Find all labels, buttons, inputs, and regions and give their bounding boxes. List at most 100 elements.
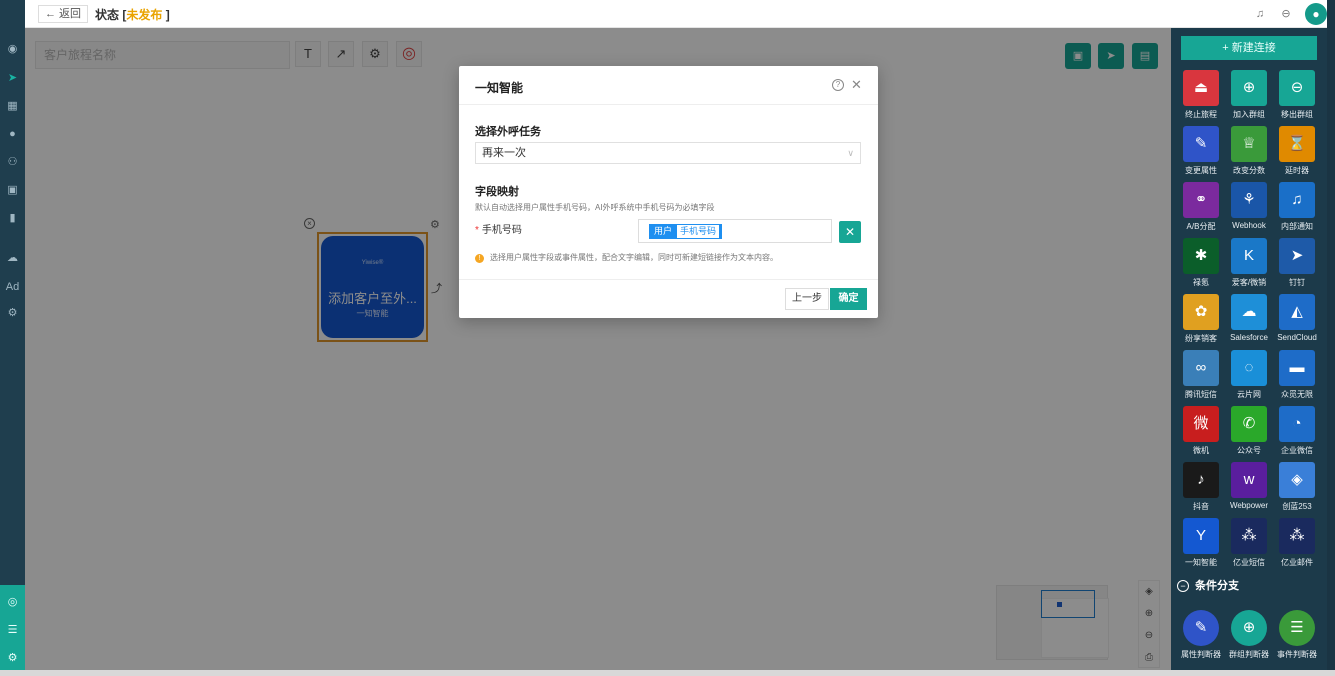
component-icon: ⁂ (1279, 518, 1315, 554)
component-icon: ☁ (1231, 294, 1267, 330)
component-icon: ⊖ (1279, 70, 1315, 106)
condition-item[interactable]: ✎ 属性判断器 (1177, 610, 1225, 660)
settings-icon[interactable]: ⚙ (5, 306, 20, 321)
group-icon[interactable]: ⚇ (5, 155, 20, 170)
help-icon[interactable]: ◎ (5, 595, 20, 610)
component-item[interactable]: ⚘ Webhook (1225, 182, 1273, 238)
condition-item[interactable]: ⊕ 群组判断器 (1225, 610, 1273, 660)
task-label: 选择外呼任务 (475, 126, 541, 138)
component-item[interactable]: ◌ 云片网 (1225, 350, 1273, 406)
component-icon: ⚘ (1231, 182, 1267, 218)
ad-icon[interactable]: Ad (5, 280, 20, 295)
back-button[interactable]: ← 返回 (38, 5, 89, 23)
chevron-down-icon: ∨ (847, 148, 854, 158)
section-title-label: 条件分支 (1195, 580, 1239, 592)
component-icon: ✆ (1231, 406, 1267, 442)
component-icon: ◔ (1279, 406, 1315, 442)
component-item[interactable]: ➤ 钉钉 (1273, 238, 1321, 294)
component-item[interactable]: ⌛ 延时器 (1273, 126, 1321, 182)
component-panel: + 新建连接 ⏏ 终止旅程 ⊕ 加入群组 ⊖ 移出群组 ✎ 变更属性 ♕ 改变分数 ⌛ 延时器 ⚭ A/B… (1171, 28, 1327, 670)
warning-icon: ! (475, 254, 484, 263)
component-item[interactable]: ⊕ 加入群组 (1225, 70, 1273, 126)
component-icon: ♪ (1183, 462, 1219, 498)
component-icon: ⊕ (1231, 70, 1267, 106)
component-item[interactable]: ✎ 变更属性 (1177, 126, 1225, 182)
collapse-icon[interactable]: − (1177, 580, 1189, 592)
component-item[interactable]: ♫ 内部通知 (1273, 182, 1321, 238)
confirm-button[interactable]: 确定 (830, 288, 867, 310)
component-item[interactable]: ✱ 禄氪 (1177, 238, 1225, 294)
condition-item[interactable]: ☰ 事件判断器 (1273, 610, 1321, 660)
component-item[interactable]: ∞ 腾讯短信 (1177, 350, 1225, 406)
gear-icon[interactable]: ⚙ (5, 651, 20, 666)
component-icon: ▬ (1279, 350, 1315, 386)
component-label: 云片网 (1237, 390, 1261, 399)
more-icon[interactable]: ⊖ (1279, 7, 1293, 21)
top-icons: ♫ ⊖ ● (1253, 3, 1327, 25)
component-item[interactable]: ♪ 抖音 (1177, 462, 1225, 518)
component-item[interactable]: ☁ Salesforce (1225, 294, 1273, 350)
component-label: 禄氪 (1193, 278, 1209, 287)
task-select[interactable]: 再来一次 ∨ (475, 142, 861, 164)
component-icon: ✿ (1183, 294, 1219, 330)
component-item[interactable]: ◭ SendCloud (1273, 294, 1321, 350)
component-icon: ✱ (1183, 238, 1219, 274)
table-icon[interactable]: ▦ (5, 99, 20, 114)
phone-tag[interactable]: 用户 手机号码 (649, 224, 723, 239)
user-avatar[interactable]: ● (1305, 3, 1327, 25)
condition-label: 群组判断器 (1229, 650, 1269, 659)
component-item[interactable]: ⊖ 移出群组 (1273, 70, 1321, 126)
component-item[interactable]: ◈ 创蓝253 (1273, 462, 1321, 518)
component-label: Webhook (1232, 221, 1266, 230)
condition-icon: ✎ (1183, 610, 1219, 646)
component-icon: ◭ (1279, 294, 1315, 330)
component-item[interactable]: ◔ 企业微信 (1273, 406, 1321, 462)
help-icon[interactable]: ? (832, 79, 844, 91)
component-label: 终止旅程 (1185, 110, 1217, 119)
component-item[interactable]: w Webpower (1225, 462, 1273, 518)
component-item[interactable]: ✆ 公众号 (1225, 406, 1273, 462)
phone-field[interactable]: 用户 手机号码 (638, 219, 832, 243)
bookmark-icon[interactable]: ▣ (5, 183, 20, 198)
component-item[interactable]: ⁂ 亿业短信 (1225, 518, 1273, 574)
component-icon: ◈ (1279, 462, 1315, 498)
component-label: 公众号 (1237, 446, 1261, 455)
component-item[interactable]: K 爱客/微销 (1225, 238, 1273, 294)
section-title: − 条件分支 (1177, 577, 1239, 593)
dialog-title: 一知智能 (475, 81, 524, 95)
clear-field-button[interactable]: ✕ (839, 221, 861, 243)
component-item[interactable]: 微微机 (1177, 406, 1225, 462)
component-icon: ⏏ (1183, 70, 1219, 106)
notice-label: 选择用户属性字段或事件属性，配合文字编辑，同时可新建短链接作为文本内容。 (490, 253, 778, 262)
component-item[interactable]: ✿ 纷享销客 (1177, 294, 1225, 350)
left-navigation-rail: ◉ ➤ ▦ ● ⚇ ▣ ▮ ☁ Ad ⚙ ◎ ☰ ⚙ (0, 0, 25, 676)
journey-icon[interactable]: ➤ (5, 71, 20, 86)
chart-icon[interactable]: ▮ (5, 211, 20, 226)
component-label: 改变分数 (1233, 166, 1265, 175)
close-icon[interactable]: ✕ (851, 77, 862, 93)
component-item[interactable]: ⁂ 亿业邮件 (1273, 518, 1321, 574)
component-item[interactable]: ⏏ 终止旅程 (1177, 70, 1225, 126)
status-tag: 未发布 (126, 8, 163, 22)
component-label: 亿业邮件 (1281, 558, 1313, 567)
component-label: 企业微信 (1281, 446, 1313, 455)
user-icon[interactable]: ● (5, 127, 20, 142)
component-label: 腾讯短信 (1185, 390, 1217, 399)
component-label: 微机 (1193, 446, 1209, 455)
list-icon[interactable]: ☰ (5, 623, 20, 638)
new-connection-button[interactable]: + 新建连接 (1181, 36, 1317, 60)
bell-icon[interactable]: ♫ (1253, 7, 1267, 21)
window-scrollbar[interactable] (1327, 0, 1335, 676)
previous-button[interactable]: 上一步 (785, 288, 829, 310)
wechat-icon[interactable]: ☁ (5, 251, 20, 266)
component-item[interactable]: ⚭ A/B分配 (1177, 182, 1225, 238)
component-item[interactable]: ▬ 众觅无限 (1273, 350, 1321, 406)
condition-label: 属性判断器 (1181, 650, 1221, 659)
component-item[interactable]: Y 一知智能 (1177, 518, 1225, 574)
phone-tag-value: 手机号码 (676, 224, 721, 239)
component-label: 众觅无限 (1281, 390, 1313, 399)
dashboard-icon[interactable]: ◉ (5, 42, 20, 57)
left-rail-bottom: ◎ ☰ ⚙ (0, 585, 25, 676)
bottom-edge (0, 670, 1335, 676)
component-item[interactable]: ♕ 改变分数 (1225, 126, 1273, 182)
